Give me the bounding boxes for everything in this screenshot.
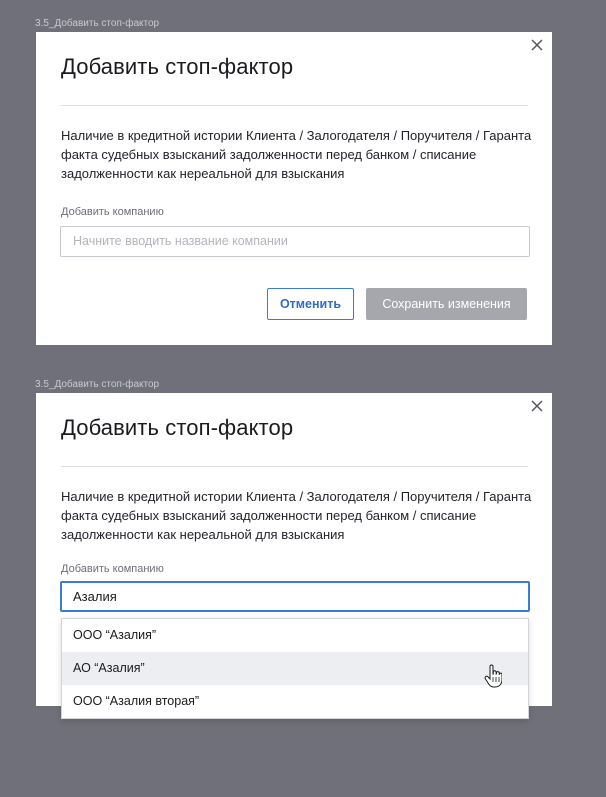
- divider: [61, 105, 528, 106]
- cancel-button[interactable]: Отменить: [267, 288, 354, 320]
- stop-factor-description: Наличие в кредитной истории Клиента / За…: [61, 128, 532, 181]
- save-changes-button[interactable]: Сохранить изменения: [366, 288, 527, 320]
- close-icon[interactable]: [530, 399, 544, 413]
- company-field-label: Добавить компанию: [61, 206, 164, 218]
- suggestion-option[interactable]: ООО “Азалия вторая”: [62, 685, 528, 718]
- close-icon[interactable]: [530, 38, 544, 52]
- frame-label: 3.5_Добавить стоп-фактор: [35, 379, 160, 390]
- company-suggestions-dropdown: ООО “Азалия” АО “Азалия” ООО “Азалия вто…: [61, 618, 529, 719]
- divider: [61, 466, 528, 467]
- hand-pointer-icon: [484, 664, 502, 688]
- stop-factor-description: Наличие в кредитной истории Клиента / За…: [61, 489, 532, 542]
- frame-label: 3.5_Добавить стоп-фактор: [35, 18, 160, 29]
- company-search-input[interactable]: Начните вводить название компании: [60, 226, 530, 257]
- modal-title: Добавить стоп-фактор: [61, 415, 294, 440]
- company-search-input[interactable]: Азалия: [60, 581, 530, 612]
- company-field-label: Добавить компанию: [61, 563, 164, 575]
- add-stop-factor-modal: Добавить стоп-фактор Наличие в кредитной…: [36, 32, 552, 345]
- suggestion-option[interactable]: ООО “Азалия”: [62, 619, 528, 652]
- modal-title: Добавить стоп-фактор: [61, 54, 294, 79]
- suggestion-option[interactable]: АО “Азалия”: [62, 652, 528, 685]
